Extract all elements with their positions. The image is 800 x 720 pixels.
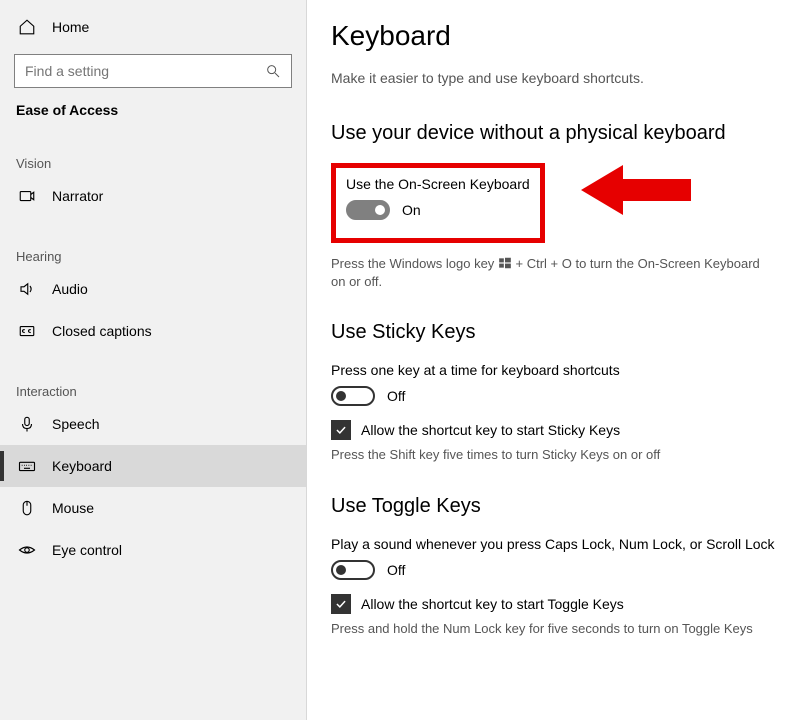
eye-icon: [18, 541, 36, 559]
mouse-icon: [18, 499, 36, 517]
sticky-shortcut-checkbox[interactable]: [331, 420, 351, 440]
sidebar-group-hearing: Hearing: [0, 217, 306, 268]
keyboard-icon: [18, 457, 36, 475]
toggle-keys-label: Play a sound whenever you press Caps Loc…: [331, 536, 776, 552]
osk-toggle-state: On: [402, 202, 421, 218]
search-input-box[interactable]: [14, 54, 292, 88]
sticky-toggle-state: Off: [387, 388, 405, 404]
sticky-toggle[interactable]: [331, 386, 375, 406]
sidebar-item-eye-control[interactable]: Eye control: [0, 529, 306, 571]
sidebar: Home Ease of Access Vision Narrator Hear…: [0, 0, 307, 720]
search-icon: [265, 63, 281, 79]
microphone-icon: [18, 415, 36, 433]
sidebar-group-interaction: Interaction: [0, 352, 306, 403]
audio-icon: [18, 280, 36, 298]
sidebar-item-speech[interactable]: Speech: [0, 403, 306, 445]
sidebar-item-keyboard[interactable]: Keyboard: [0, 445, 306, 487]
sidebar-item-label: Narrator: [52, 188, 103, 204]
sidebar-item-narrator[interactable]: Narrator: [0, 175, 306, 217]
osk-hint: Press the Windows logo key + Ctrl + O to…: [331, 255, 761, 291]
toggle-keys-checkbox-label: Allow the shortcut key to start Toggle K…: [361, 596, 624, 612]
sticky-hint: Press the Shift key five times to turn S…: [331, 446, 761, 464]
sidebar-item-label: Audio: [52, 281, 88, 297]
annotation-red-arrow: [581, 159, 691, 226]
sticky-checkbox-label: Allow the shortcut key to start Sticky K…: [361, 422, 620, 438]
toggle-keys-toggle[interactable]: [331, 560, 375, 580]
sidebar-item-label: Closed captions: [52, 323, 152, 339]
sidebar-item-closed-captions[interactable]: Closed captions: [0, 310, 306, 352]
sidebar-item-mouse[interactable]: Mouse: [0, 487, 306, 529]
sidebar-item-label: Speech: [52, 416, 99, 432]
sidebar-group-vision: Vision: [0, 124, 306, 175]
nav-home-label: Home: [52, 19, 89, 35]
section-title-toggle-keys: Use Toggle Keys: [331, 495, 776, 518]
page-title: Keyboard: [331, 20, 776, 52]
toggle-keys-state: Off: [387, 562, 405, 578]
sticky-label: Press one key at a time for keyboard sho…: [331, 362, 776, 378]
page-subtitle: Make it easier to type and use keyboard …: [331, 70, 776, 86]
osk-toggle[interactable]: [346, 200, 390, 220]
osk-toggle-label: Use the On-Screen Keyboard: [346, 176, 530, 192]
toggle-keys-shortcut-checkbox[interactable]: [331, 594, 351, 614]
sidebar-heading: Ease of Access: [0, 98, 306, 124]
annotation-highlight-box: Use the On-Screen Keyboard On: [331, 163, 545, 243]
section-title-osk: Use your device without a physical keybo…: [331, 122, 776, 145]
main-content: Keyboard Make it easier to type and use …: [307, 0, 800, 720]
narrator-icon: [18, 187, 36, 205]
nav-home[interactable]: Home: [0, 8, 306, 46]
sidebar-item-audio[interactable]: Audio: [0, 268, 306, 310]
search-input[interactable]: [25, 63, 265, 79]
section-title-sticky: Use Sticky Keys: [331, 321, 776, 344]
closed-captions-icon: [18, 322, 36, 340]
windows-logo-key-icon: [498, 256, 512, 270]
sidebar-item-label: Mouse: [52, 500, 94, 516]
sidebar-item-label: Keyboard: [52, 458, 112, 474]
toggle-keys-hint: Press and hold the Num Lock key for five…: [331, 620, 761, 638]
home-icon: [18, 18, 36, 36]
sidebar-item-label: Eye control: [52, 542, 122, 558]
